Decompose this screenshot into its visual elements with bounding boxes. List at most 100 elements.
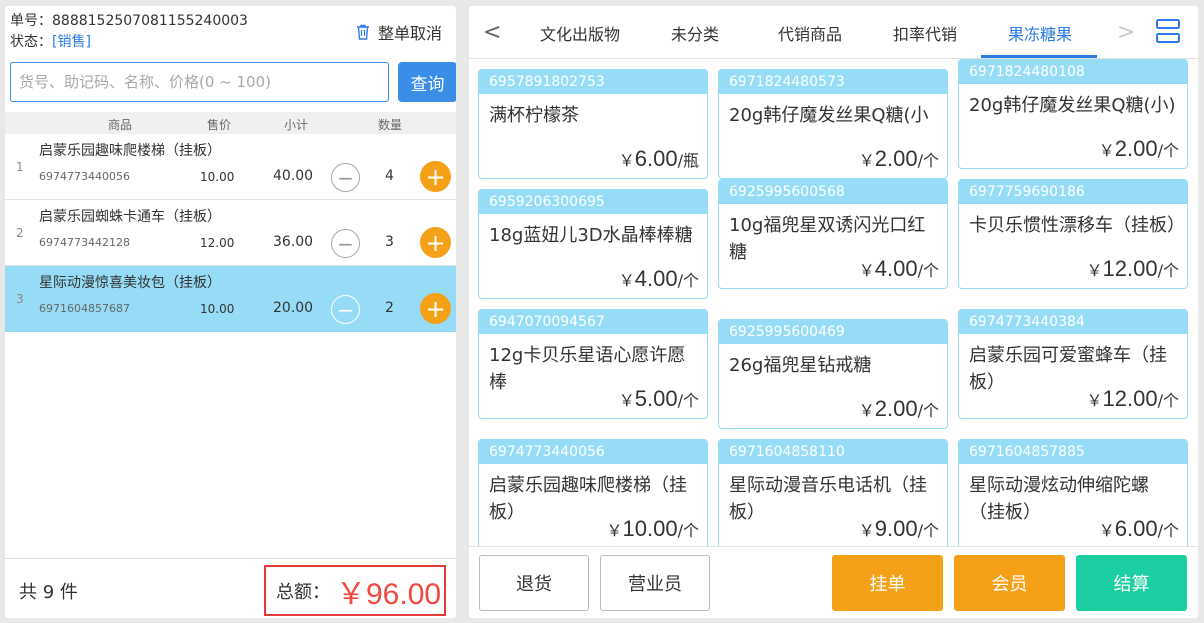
order-status: [销售] (52, 34, 91, 50)
action-bar: 退货 营业员 挂单 会员 结算 (469, 546, 1198, 618)
product-card[interactable]: 6971824480108 20g韩仔魔发丝果Q糖(小) ￥2.00/个 (958, 59, 1188, 169)
decrease-qty-button[interactable]: − (331, 163, 360, 192)
hold-order-button[interactable]: 挂单 (832, 555, 943, 611)
product-price-value: 2.00 (874, 396, 918, 421)
product-card[interactable]: 6947070094567 12g卡贝乐星语心愿许愿棒 ￥5.00/个 (478, 309, 708, 419)
tab-consignment[interactable]: 代销商品 (778, 21, 842, 45)
product-unit: /个 (677, 271, 699, 290)
product-card[interactable]: 6974773440384 启蒙乐园可爱蜜蜂车（挂板） ￥12.00/个 (958, 309, 1188, 419)
item-price: 10.00 (200, 170, 235, 184)
order-status-label: 状态： (10, 34, 52, 50)
product-card[interactable]: 6957891802753 满杯柠檬茶 ￥6.00/瓶 (478, 69, 708, 179)
currency-symbol: ￥ (618, 151, 635, 170)
row-index: 2 (16, 226, 24, 240)
decrease-qty-button[interactable]: − (331, 295, 360, 324)
tab-discount-consignment[interactable]: 扣率代销 (893, 21, 957, 45)
product-price-value: 6.00 (634, 146, 678, 171)
search-input[interactable] (10, 62, 389, 102)
product-price: ￥4.00/个 (619, 266, 699, 292)
product-price: ￥12.00/个 (1087, 256, 1179, 282)
currency-symbol: ￥ (858, 151, 875, 170)
product-card[interactable]: 6925995600469 26g福兜星钻戒糖 ￥2.00/个 (718, 319, 948, 429)
product-unit: /瓶 (677, 151, 699, 170)
member-button[interactable]: 会员 (954, 555, 1065, 611)
currency-symbol: ￥ (858, 261, 875, 280)
clerk-button[interactable]: 营业员 (600, 555, 710, 611)
tab-jelly-candy[interactable]: 果冻糖果 (1008, 21, 1072, 45)
currency-symbol: ￥ (606, 521, 623, 540)
cart-row[interactable]: 2 启蒙乐园蜘蛛卡通车（挂板） 6974773442128 12.00 36.0… (5, 200, 456, 266)
product-code: 6971604857885 (959, 440, 1187, 464)
product-price: ￥12.00/个 (1087, 386, 1179, 412)
product-card[interactable]: 6971824480573 20g韩仔魔发丝果Q糖(小 ￥2.00/个 (718, 69, 948, 179)
decrease-qty-button[interactable]: − (331, 229, 360, 258)
increase-qty-button[interactable]: + (420, 227, 451, 258)
item-code: 6974773442128 (39, 236, 130, 249)
product-card[interactable]: 6925995600568 10g福兜星双诱闪光口红糖 ￥4.00/个 (718, 179, 948, 289)
product-price-value: 6.00 (1114, 516, 1158, 541)
product-unit: /个 (1157, 261, 1179, 280)
product-price-value: 12.00 (1102, 386, 1158, 411)
product-price: ￥2.00/个 (859, 146, 939, 172)
header-product: 商品 (108, 118, 133, 132)
cart-row[interactable]: 1 启蒙乐园趣味爬楼梯（挂板） 6974773440056 10.00 40.0… (5, 134, 456, 200)
increase-qty-button[interactable]: + (420, 293, 451, 324)
cancel-order-label: 整单取消 (377, 24, 442, 43)
order-status-line: 状态：[销售] (10, 32, 248, 53)
item-qty: 3 (385, 234, 394, 250)
product-price: ￥10.00/个 (607, 516, 699, 542)
product-code: 6974773440056 (479, 440, 707, 464)
item-count: 共 9 件 (19, 582, 78, 603)
product-code: 6957891802753 (479, 70, 707, 94)
product-price: ￥2.00/个 (859, 396, 939, 422)
row-index: 3 (16, 292, 24, 306)
product-card[interactable]: 6974773440056 启蒙乐园趣味爬楼梯（挂板） ￥10.00/个 (478, 439, 708, 546)
layout-toggle-icon[interactable] (1156, 18, 1180, 44)
item-name: 星际动漫惊喜美妆包（挂板） (39, 275, 221, 291)
product-code: 6947070094567 (479, 310, 707, 334)
product-code: 6959206300695 (479, 190, 707, 214)
currency-symbol: ￥ (858, 521, 875, 540)
product-card[interactable]: 6971604858110 星际动漫音乐电话机（挂板） ￥9.00/个 (718, 439, 948, 546)
product-price-value: 2.00 (874, 146, 918, 171)
tab-next-icon[interactable]: > (1117, 20, 1135, 45)
currency-symbol: ￥ (1098, 521, 1115, 540)
search-row: 查询 (10, 62, 456, 102)
total-label: 总额： (276, 581, 330, 603)
product-unit: /个 (917, 261, 939, 280)
tab-prev-icon[interactable]: < (483, 20, 501, 45)
product-price: ￥9.00/个 (859, 516, 939, 542)
item-subtotal: 36.00 (273, 234, 314, 250)
tab-culture-publications[interactable]: 文化出版物 (540, 21, 620, 45)
product-price-value: 9.00 (874, 516, 918, 541)
item-code: 6974773440056 (39, 170, 130, 183)
item-qty: 2 (385, 300, 394, 316)
order-info: 单号：8888152507081155240003 状态：[销售] (10, 11, 248, 53)
product-code: 6977759690186 (959, 180, 1187, 204)
product-card[interactable]: 6959206300695 18g蓝妞儿3D水晶棒棒糖 ￥4.00/个 (478, 189, 708, 299)
product-panel: < 文化出版物 未分类 代销商品 扣率代销 果冻糖果 > 69578918027… (469, 6, 1198, 618)
product-unit: /个 (1157, 521, 1179, 540)
return-button[interactable]: 退货 (479, 555, 589, 611)
item-price: 12.00 (200, 236, 235, 250)
tab-uncategorized[interactable]: 未分类 (671, 21, 719, 45)
cart-row-selected[interactable]: 3 星际动漫惊喜美妆包（挂板） 6971604857687 10.00 20.0… (5, 266, 456, 332)
total-box: 总额： ￥96.00 (264, 565, 446, 616)
header-subtotal: 小计 (284, 118, 309, 132)
category-tabbar: < 文化出版物 未分类 代销商品 扣率代销 果冻糖果 > (469, 6, 1198, 59)
item-price: 10.00 (200, 302, 235, 316)
item-name: 启蒙乐园蜘蛛卡通车（挂板） (39, 209, 221, 225)
search-button[interactable]: 查询 (398, 62, 456, 102)
product-card[interactable]: 6971604857885 星际动漫炫动伸缩陀螺（挂板） ￥6.00/个 (958, 439, 1188, 546)
product-price-value: 2.00 (1114, 136, 1158, 161)
cancel-order-button[interactable]: 整单取消 (354, 20, 442, 44)
product-card[interactable]: 6977759690186 卡贝乐惯性漂移车（挂板） ￥12.00/个 (958, 179, 1188, 289)
currency-symbol: ￥ (1086, 391, 1103, 410)
product-price-value: 4.00 (634, 266, 678, 291)
product-code: 6971824480573 (719, 70, 947, 94)
currency-symbol: ￥ (618, 391, 635, 410)
checkout-button[interactable]: 结算 (1076, 555, 1187, 611)
product-code: 6971824480108 (959, 60, 1187, 84)
item-name: 启蒙乐园趣味爬楼梯（挂板） (39, 143, 221, 159)
increase-qty-button[interactable]: + (420, 161, 451, 192)
